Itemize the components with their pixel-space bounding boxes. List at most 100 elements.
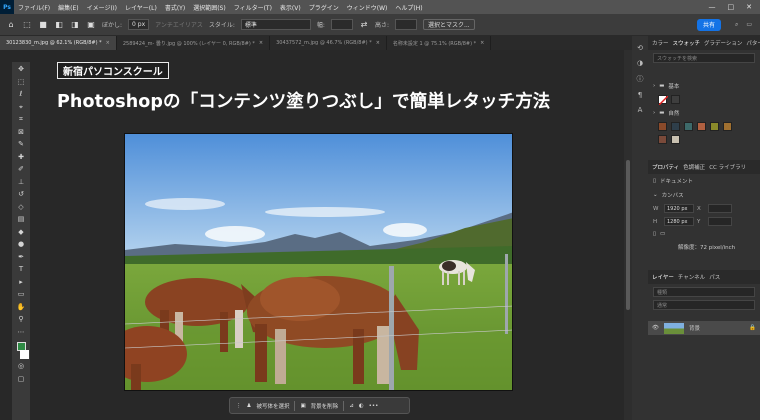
height-field[interactable]: 1280 px	[664, 217, 694, 226]
tab-patterns[interactable]: パターン	[746, 39, 760, 47]
tab-document-3[interactable]: 30437572_m.jpg @ 46.7% (RGB/8#) * ×	[270, 36, 387, 50]
landscape-icon[interactable]: ▭	[660, 231, 665, 237]
menu-select[interactable]: 選択範囲(S)	[189, 3, 230, 12]
menu-view[interactable]: 表示(V)	[276, 3, 305, 12]
home-icon[interactable]: ⌂	[6, 20, 16, 30]
close-icon[interactable]: ×	[259, 40, 263, 46]
tab-properties[interactable]: プロパティ	[652, 163, 679, 171]
type-icon[interactable]: T	[14, 265, 28, 274]
more-button[interactable]: •••	[369, 403, 379, 409]
select-subject-button[interactable]: 被写体を選択	[256, 402, 289, 410]
layer-filter-input[interactable]: 種類	[653, 287, 755, 297]
chevron-down-icon[interactable]: ⌄	[653, 192, 658, 198]
path-select-icon[interactable]: ▸	[14, 278, 28, 287]
healing-icon[interactable]: ✚	[14, 153, 28, 162]
screen-mode-icon[interactable]: ▢	[14, 375, 28, 384]
width-field[interactable]: 1920 px	[664, 204, 694, 213]
tab-document-2[interactable]: 2589424_m- 曇り.jpg @ 100% (レイヤー 0, RGB/8#…	[117, 36, 271, 50]
swatch-dark[interactable]	[671, 95, 680, 104]
swatch-group-basic[interactable]: › ▬ 基本	[648, 79, 760, 93]
menu-file[interactable]: ファイル(F)	[14, 3, 54, 12]
swatch[interactable]	[671, 135, 680, 144]
swatch-none[interactable]	[658, 95, 669, 106]
menu-window[interactable]: ウィンドウ(W)	[343, 3, 392, 12]
tab-libraries[interactable]: CC ライブラリ	[709, 163, 746, 171]
portrait-icon[interactable]: ▯	[653, 231, 656, 237]
menu-plugins[interactable]: プラグイン	[305, 3, 343, 12]
drag-handle-icon[interactable]: ⋮	[236, 403, 242, 409]
tab-color[interactable]: カラー	[652, 39, 669, 47]
height-input[interactable]	[394, 19, 417, 30]
close-icon[interactable]: ✕	[746, 3, 752, 11]
eye-icon[interactable]: 👁	[652, 325, 659, 331]
hand-icon[interactable]: ✋	[14, 303, 28, 312]
brush-icon[interactable]: ✐	[14, 165, 28, 174]
history-icon[interactable]: ⟲	[637, 44, 643, 52]
select-and-mask-button[interactable]: 選択とマスク...	[422, 19, 475, 30]
transform-icon[interactable]: ⊿	[349, 403, 354, 409]
tab-document-4[interactable]: 名称未設定 1 @ 75.1% (RGB/8#) * ×	[387, 36, 492, 50]
feather-input[interactable]: 0 px	[128, 19, 150, 30]
adjust-icon[interactable]: ◑	[637, 59, 643, 67]
close-icon[interactable]: ×	[376, 40, 380, 46]
remove-background-button[interactable]: 背景を削除	[311, 402, 339, 410]
minimize-icon[interactable]: —	[709, 3, 716, 11]
width-input[interactable]	[330, 19, 353, 30]
search-icon[interactable]: ⌕	[735, 21, 738, 29]
history-brush-icon[interactable]: ↺	[14, 190, 28, 199]
character-icon[interactable]: A	[638, 106, 643, 114]
eyedropper-icon[interactable]: ✎	[14, 140, 28, 149]
pen-icon[interactable]: ✒	[14, 253, 28, 262]
tab-channels[interactable]: チャンネル	[678, 273, 705, 281]
gradient-icon[interactable]: ▤	[14, 215, 28, 224]
tab-adjustments[interactable]: 色調補正	[683, 163, 705, 171]
mask-icon[interactable]: ◐	[359, 403, 364, 409]
paragraph-icon[interactable]: ¶	[638, 91, 642, 99]
antialias-checkbox[interactable]: アンチエイリアス	[155, 20, 203, 29]
menu-type[interactable]: 書式(Y)	[161, 3, 189, 12]
swap-icon[interactable]: ⇄	[359, 20, 369, 30]
subtract-selection-icon[interactable]: ◨	[70, 20, 80, 30]
swatch[interactable]	[671, 122, 680, 131]
menu-layer[interactable]: レイヤー(L)	[121, 3, 161, 12]
vertical-scrollbar[interactable]	[624, 50, 632, 420]
swatch[interactable]	[710, 122, 719, 131]
info-icon[interactable]: ⓘ	[637, 74, 644, 84]
intersect-selection-icon[interactable]: ▣	[86, 20, 96, 30]
menu-filter[interactable]: フィルター(T)	[230, 3, 276, 12]
background-color-swatch[interactable]	[19, 349, 29, 359]
swatch[interactable]	[658, 122, 667, 131]
swatch-search-input[interactable]: スウォッチを検索	[653, 53, 755, 63]
tab-swatches[interactable]: スウォッチ	[673, 39, 701, 47]
move-icon[interactable]: ✥	[14, 65, 28, 74]
lasso-icon[interactable]: ℓ	[14, 90, 28, 99]
add-selection-icon[interactable]: ◧	[54, 20, 64, 30]
x-field[interactable]	[708, 204, 732, 213]
blur-icon[interactable]: ◆	[14, 228, 28, 237]
tab-layers[interactable]: レイヤー	[652, 273, 674, 281]
close-icon[interactable]: ×	[480, 40, 484, 46]
menu-image[interactable]: イメージ(I)	[83, 3, 121, 12]
shape-icon[interactable]: ▭	[14, 290, 28, 299]
object-select-icon[interactable]: ⌖	[14, 103, 28, 112]
swatch[interactable]	[658, 135, 667, 144]
more-tools-icon[interactable]: ⋯	[14, 328, 28, 337]
eraser-icon[interactable]: ◇	[14, 203, 28, 212]
frame-icon[interactable]: ⊠	[14, 128, 28, 137]
marquee-icon[interactable]: ⬚	[22, 20, 32, 30]
dodge-icon[interactable]: ●	[14, 240, 28, 249]
stamp-icon[interactable]: ⊥	[14, 178, 28, 187]
quick-mask-icon[interactable]: ◎	[14, 362, 28, 371]
layer-row-background[interactable]: 👁 背景 🔒	[648, 321, 760, 335]
ps-logo-icon[interactable]: Ps	[0, 0, 14, 14]
tab-document-1[interactable]: 30123830_m.jpg @ 62.1% (RGB/8#) * ×	[0, 36, 117, 50]
menu-help[interactable]: ヘルプ(H)	[391, 3, 426, 12]
workspace-icon[interactable]: ▭	[746, 21, 752, 29]
swatch[interactable]	[723, 122, 732, 131]
close-icon[interactable]: ×	[106, 40, 110, 46]
blend-mode-select[interactable]: 通常	[653, 300, 755, 310]
tab-gradients[interactable]: グラデーション	[704, 39, 742, 47]
new-selection-icon[interactable]: ■	[38, 20, 48, 30]
share-button[interactable]: 共有	[696, 18, 721, 31]
style-select[interactable]: 標準	[240, 19, 311, 30]
